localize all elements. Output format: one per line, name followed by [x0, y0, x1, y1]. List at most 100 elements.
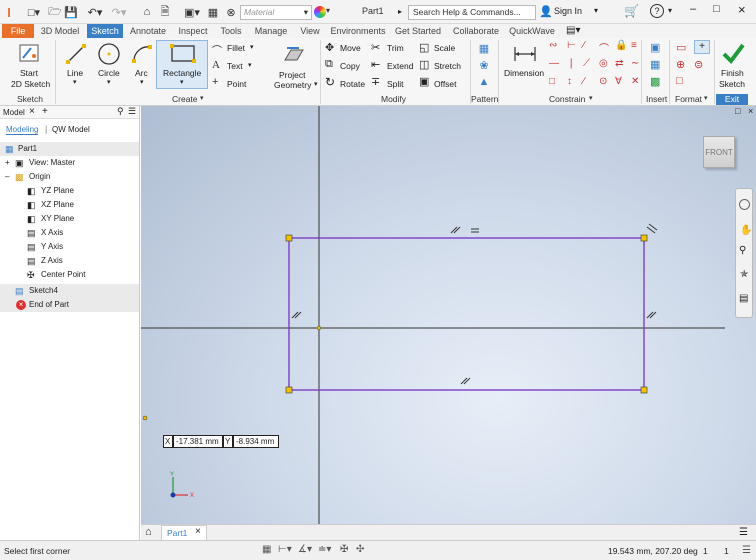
- help-icon[interactable]: ?: [650, 4, 664, 18]
- centerline-icon[interactable]: ⊕: [676, 58, 685, 71]
- center-point-icon[interactable]: +: [694, 40, 710, 54]
- browser-close-icon[interactable]: ×: [29, 106, 35, 117]
- steering-wheel-icon[interactable]: [739, 199, 750, 210]
- constraint-infer-icon[interactable]: ✠: [340, 544, 348, 555]
- tree-item-xz-plane[interactable]: ◧ XZ Plane: [0, 198, 139, 212]
- project-geometry-label-2[interactable]: Geometry: [274, 80, 311, 90]
- tangent-icon[interactable]: ⌒: [599, 40, 609, 55]
- move-label[interactable]: Move: [340, 43, 361, 53]
- driven-dimension-icon[interactable]: ⊜: [694, 58, 703, 71]
- exit-panel-label[interactable]: Exit: [716, 94, 748, 105]
- material-dropdown[interactable]: Material ▾: [240, 5, 312, 20]
- extend-label[interactable]: Extend: [387, 61, 413, 71]
- tab-collaborate[interactable]: Collaborate: [448, 24, 504, 38]
- trim-icon[interactable]: ✂: [371, 41, 380, 54]
- canvas-close-icon[interactable]: ×: [748, 106, 753, 116]
- fillet-icon[interactable]: ⌒: [212, 42, 222, 57]
- insert-acad-icon[interactable]: ▩: [650, 75, 660, 88]
- text-label[interactable]: Text: [227, 61, 243, 71]
- close-icon[interactable]: ×: [738, 2, 746, 17]
- fillet-label[interactable]: Fillet: [227, 43, 245, 53]
- line-label[interactable]: Line: [67, 68, 83, 78]
- zoom-icon[interactable]: ⚲: [739, 245, 746, 256]
- show-constraints-icon[interactable]: □: [549, 76, 555, 87]
- tree-item-origin[interactable]: – ▩ Origin: [0, 170, 139, 184]
- arc-label[interactable]: Arc: [135, 68, 148, 78]
- appearance-icon[interactable]: [314, 6, 326, 18]
- circle-dropdown-icon[interactable]: ▾: [107, 78, 111, 86]
- format-dropdown-icon[interactable]: ▾: [704, 94, 708, 102]
- circle-icon[interactable]: [96, 41, 122, 67]
- open-folder-icon[interactable]: 🗁: [48, 4, 62, 20]
- ortho-icon[interactable]: ⊢▾: [278, 544, 292, 555]
- minimize-icon[interactable]: –: [690, 3, 696, 15]
- trim-label[interactable]: Trim: [387, 43, 404, 53]
- panel-constrain-label[interactable]: Constrain: [549, 94, 585, 104]
- orbit-icon[interactable]: ✯: [740, 269, 748, 280]
- tree-item-xy-plane[interactable]: ◧ XY Plane: [0, 212, 139, 226]
- vertical-icon[interactable]: ❘: [567, 58, 575, 69]
- sketch-canvas[interactable]: Y X: [141, 106, 756, 524]
- move-icon[interactable]: ✥: [325, 41, 334, 54]
- show-format-icon[interactable]: □: [676, 75, 683, 87]
- stretch-icon[interactable]: ◫: [419, 58, 429, 71]
- point-label[interactable]: Point: [227, 79, 246, 89]
- viewcube[interactable]: FRONT: [703, 136, 735, 168]
- fillet-dropdown-icon[interactable]: ▾: [250, 43, 254, 51]
- tree-item-y-axis[interactable]: ▤ Y Axis: [0, 240, 139, 254]
- insert-points-icon[interactable]: ▦: [650, 58, 660, 71]
- equal-icon[interactable]: ≡: [631, 40, 637, 51]
- tab-modeling[interactable]: Modeling: [6, 125, 39, 135]
- collinear-icon[interactable]: ⟋: [583, 58, 590, 69]
- tab-list-icon[interactable]: ☰: [739, 527, 748, 538]
- construction-icon[interactable]: ▭: [676, 41, 686, 54]
- dimension-label[interactable]: Dimension: [504, 68, 544, 78]
- redo-icon[interactable]: ↷▾: [108, 4, 130, 20]
- constrain-dropdown-icon[interactable]: ▾: [589, 94, 593, 102]
- split-label[interactable]: Split: [387, 79, 404, 89]
- expand-icon[interactable]: +: [5, 156, 10, 170]
- tree-item-yz-plane[interactable]: ◧ YZ Plane: [0, 184, 139, 198]
- browser-search-icon[interactable]: ⚲: [117, 106, 124, 117]
- tab-view[interactable]: View: [296, 24, 324, 38]
- look-at-icon[interactable]: ▤: [739, 293, 748, 304]
- constraint-settings-icon[interactable]: ⊙: [599, 76, 607, 87]
- finish-sketch-label-1[interactable]: Finish: [721, 68, 744, 78]
- rectangle-label[interactable]: Rectangle: [163, 68, 201, 78]
- panel-create-label[interactable]: Create: [172, 94, 198, 104]
- start-sketch-icon[interactable]: [16, 41, 44, 67]
- parallel-icon[interactable]: ∕: [583, 40, 585, 51]
- ribbon-options-icon[interactable]: ▤▾: [566, 25, 580, 36]
- finish-sketch-icon[interactable]: [720, 40, 746, 66]
- select-icon[interactable]: ▣▾: [180, 4, 204, 20]
- line-dropdown-icon[interactable]: ▾: [73, 78, 77, 86]
- rotate-label[interactable]: Rotate: [340, 79, 365, 89]
- scale-label[interactable]: Scale: [434, 43, 455, 53]
- tab-environments[interactable]: Environments: [328, 24, 388, 38]
- offset-icon[interactable]: ▣: [419, 75, 429, 88]
- panel-format-label[interactable]: Format: [675, 94, 702, 104]
- text-icon[interactable]: A: [212, 59, 220, 71]
- tab-inspect[interactable]: Inspect: [174, 24, 212, 38]
- symmetric-icon[interactable]: ⇄: [615, 58, 623, 69]
- home-tab-icon[interactable]: ⌂: [145, 526, 152, 538]
- circular-pattern-icon[interactable]: ❀: [476, 58, 492, 72]
- rotate-icon[interactable]: ↻: [325, 75, 335, 89]
- insert-image-icon[interactable]: ▣: [650, 41, 660, 54]
- tree-item-view-master[interactable]: + ▣ View: Master: [0, 156, 139, 170]
- line-icon[interactable]: [63, 42, 89, 66]
- tab-quickwave[interactable]: QuickWave: [508, 24, 556, 38]
- circle-label[interactable]: Circle: [98, 68, 120, 78]
- tab-3d-model[interactable]: 3D Model: [36, 24, 84, 38]
- mirror-icon[interactable]: ▲: [476, 75, 492, 89]
- graphics-window[interactable]: Y X X -17.381 mm Y -8.934 mm □ × FRONT ✋…: [141, 106, 756, 524]
- relax-icon[interactable]: ∕: [583, 76, 585, 87]
- snap-icon[interactable]: ≐▾: [318, 544, 331, 555]
- stretch-label[interactable]: Stretch: [434, 61, 461, 71]
- app-logo-icon[interactable]: I: [2, 4, 16, 20]
- sign-in-dropdown-icon[interactable]: ▾: [594, 6, 598, 15]
- tree-item-center-point[interactable]: ✠ Center Point: [0, 268, 139, 282]
- project-geometry-icon[interactable]: [280, 41, 306, 67]
- start-sketch-label-1[interactable]: Start: [20, 68, 38, 78]
- tab-sketch[interactable]: Sketch: [87, 24, 123, 38]
